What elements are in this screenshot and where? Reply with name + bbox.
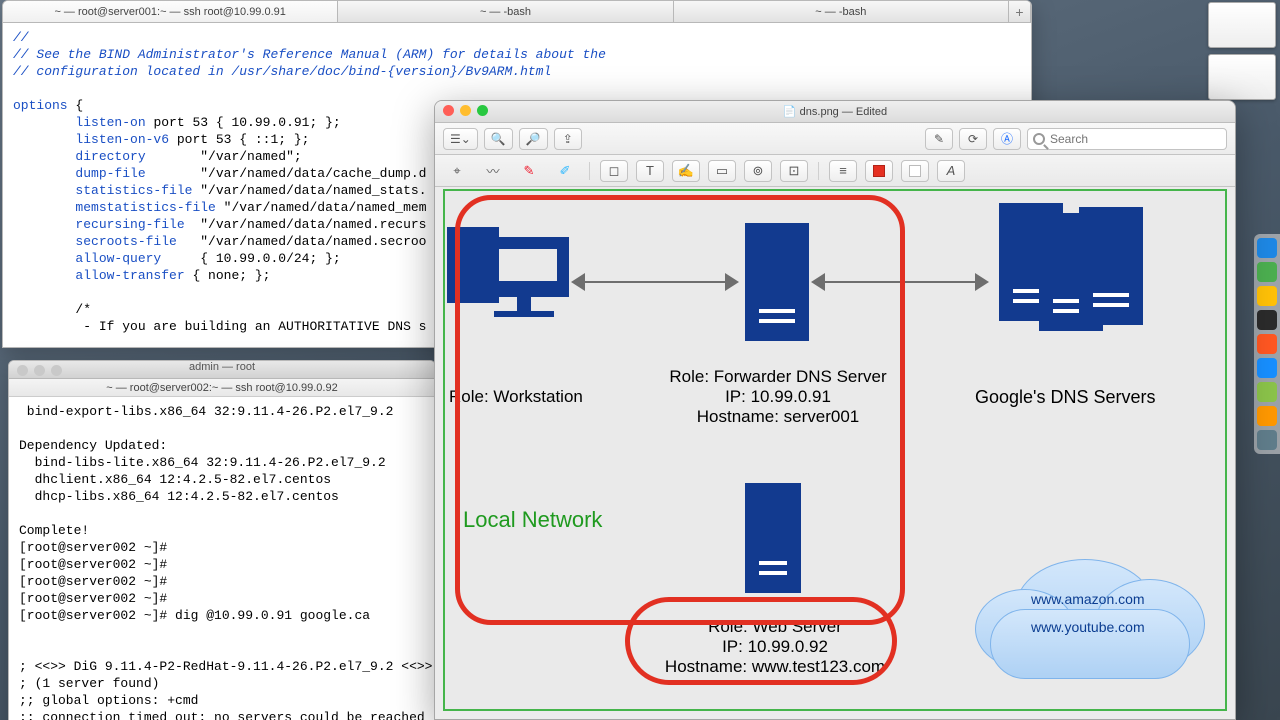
terminal-tab[interactable]: ~ — -bash	[338, 1, 673, 22]
terminal-titlebar: admin — root	[9, 361, 435, 379]
sidebar-view-button[interactable]: ☰⌄	[443, 128, 478, 150]
preview-toolbar: ☰⌄ 🔍 🔎 ⇪ ✎ ⟳ Ⓐ	[435, 123, 1235, 155]
fill-color-button[interactable]	[901, 160, 929, 182]
annotation-stroke	[455, 195, 905, 625]
dock-app[interactable]	[1257, 430, 1277, 450]
line-style-button[interactable]: ≡	[829, 160, 857, 182]
cloud-icon: www.amazon.com www.youtube.com	[975, 539, 1205, 679]
dock-app[interactable]	[1257, 286, 1277, 306]
close-icon[interactable]	[443, 105, 454, 116]
draw-tool[interactable]: ✐	[551, 160, 579, 182]
dock-app[interactable]	[1257, 262, 1277, 282]
terminal-tabbar: ~ — root@server001:~ — ssh root@10.99.0.…	[3, 1, 1031, 23]
cloud-label: www.youtube.com	[1031, 619, 1145, 635]
zoom-out-button[interactable]: 🔍	[484, 128, 513, 150]
highlight-button[interactable]: ✎	[925, 128, 953, 150]
lasso-tool[interactable]: 〰	[479, 160, 507, 182]
markup-toggle[interactable]: Ⓐ	[993, 128, 1021, 150]
terminal-tab[interactable]: ~ — root@server001:~ — ssh root@10.99.0.…	[3, 1, 338, 22]
dock	[1254, 234, 1280, 454]
text-button[interactable]: T	[636, 160, 664, 182]
markup-toolbar: ⌖ 〰 ✎ ✐ ◻ T ✍ ▭ ⊚ ⊡ ≡ A	[435, 155, 1235, 187]
terminal-content[interactable]: bind-export-libs.x86_64 32:9.11.4-26.P2.…	[9, 397, 435, 720]
sign-button[interactable]: ✍	[672, 160, 700, 182]
annotation-stroke	[625, 597, 897, 685]
dock-app[interactable]	[1257, 310, 1277, 330]
font-button[interactable]: A	[937, 160, 965, 182]
note-button[interactable]: ▭	[708, 160, 736, 182]
desktop-file-thumb[interactable]	[1208, 2, 1276, 48]
dock-app[interactable]	[1257, 406, 1277, 426]
crop-button[interactable]: ⊡	[780, 160, 808, 182]
desktop-file-thumb[interactable]	[1208, 54, 1276, 100]
new-tab-button[interactable]: +	[1009, 1, 1031, 22]
zoom-in-button[interactable]: 🔎	[519, 128, 548, 150]
terminal-subtitle: ~ — root@server002:~ — ssh root@10.99.0.…	[9, 379, 435, 397]
dock-app[interactable]	[1257, 334, 1277, 354]
search-input[interactable]	[1027, 128, 1227, 150]
google-dns-label: Google's DNS Servers	[975, 387, 1156, 408]
rotate-button[interactable]: ⟳	[959, 128, 987, 150]
search-icon	[1033, 133, 1045, 145]
image-canvas[interactable]: Role: Workstation Role: Forwarder DNS Se…	[443, 189, 1227, 711]
loupe-button[interactable]: ⊚	[744, 160, 772, 182]
sketch-tool[interactable]: ✎	[515, 160, 543, 182]
terminal-title: admin — root	[9, 361, 435, 378]
dock-app[interactable]	[1257, 382, 1277, 402]
selection-tool[interactable]: ⌖	[443, 160, 471, 182]
terminal-tab[interactable]: ~ — -bash	[674, 1, 1009, 22]
preview-window: 📄 dns.png — Edited ☰⌄ 🔍 🔎 ⇪ ✎ ⟳ Ⓐ ⌖ 〰 ✎ …	[434, 100, 1236, 720]
preview-titlebar[interactable]: 📄 dns.png — Edited	[435, 101, 1235, 123]
dock-app[interactable]	[1257, 238, 1277, 258]
terminal-window-bottom: admin — root ~ — root@server002:~ — ssh …	[8, 360, 436, 720]
preview-title: dns.png — Edited	[800, 106, 887, 118]
cloud-label: www.amazon.com	[1031, 591, 1145, 607]
server-icon	[1079, 207, 1143, 325]
minimize-icon[interactable]	[460, 105, 471, 116]
zoom-icon[interactable]	[477, 105, 488, 116]
stroke-color-button[interactable]	[865, 160, 893, 182]
dock-app[interactable]	[1257, 358, 1277, 378]
share-button[interactable]: ⇪	[554, 128, 582, 150]
shapes-button[interactable]: ◻	[600, 160, 628, 182]
